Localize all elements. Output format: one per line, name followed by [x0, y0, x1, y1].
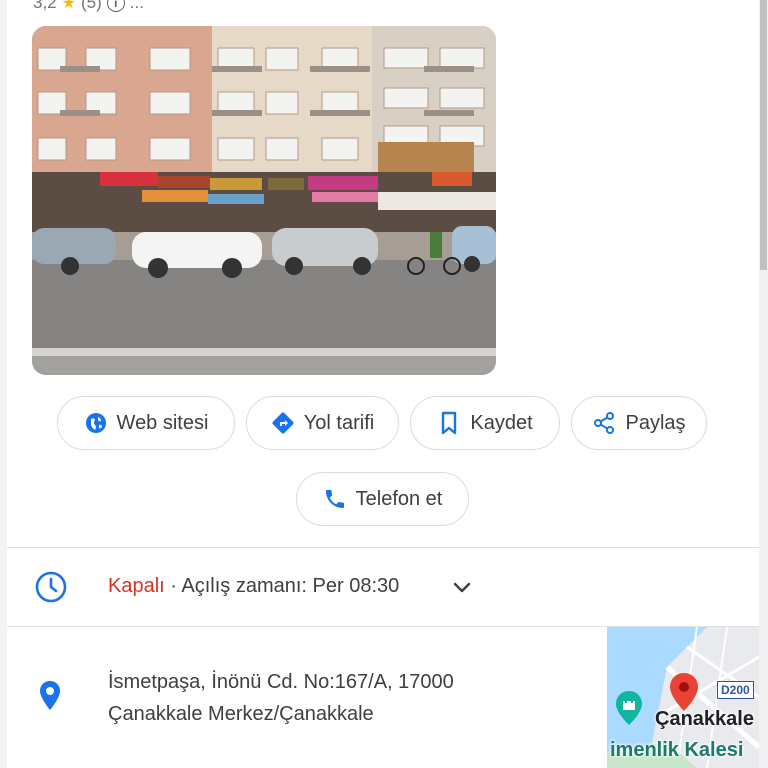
- directions-button[interactable]: Yol tarifi: [246, 396, 399, 450]
- address-row[interactable]: İsmetpaşa, İnönü Cd. No:167/A, 17000 Çan…: [7, 627, 759, 768]
- place-panel: 3,2 ★ (5) i ... Web sitesi Yol tarifi Ka…: [7, 0, 759, 768]
- hours-status: Kapalı: [108, 575, 165, 597]
- hours-row[interactable]: Kapalı · Açılış zamanı: Per 08:30: [7, 548, 759, 626]
- road-badge: D200: [717, 681, 754, 699]
- share-label: Paylaş: [625, 411, 686, 434]
- star-icon: ★: [61, 0, 76, 12]
- place-photo[interactable]: [32, 26, 496, 375]
- rating-row: 3,2 ★ (5) i ...: [33, 0, 144, 13]
- address-line-1: İsmetpaşa, İnönü Cd. No:167/A, 17000: [108, 671, 454, 693]
- save-button[interactable]: Kaydet: [410, 396, 560, 450]
- chevron-down-icon[interactable]: [451, 577, 473, 599]
- map-marker-icon: [670, 673, 698, 711]
- website-label: Web sitesi: [116, 411, 209, 434]
- call-label: Telefon et: [355, 487, 443, 510]
- share-button[interactable]: Paylaş: [571, 396, 707, 450]
- castle-poi-icon: [616, 691, 642, 725]
- hours-text: Kapalı · Açılış zamanı: Per 08:30: [108, 575, 399, 598]
- directions-label: Yol tarifi: [303, 411, 375, 434]
- info-icon[interactable]: i: [106, 0, 125, 12]
- scrollbar[interactable]: [759, 0, 768, 768]
- clock-icon: [35, 571, 67, 603]
- hours-detail: Açılış zamanı: Per 08:30: [181, 575, 400, 597]
- bookmark-icon: [442, 411, 457, 435]
- location-pin-icon: [40, 681, 60, 710]
- review-count[interactable]: (5): [81, 0, 102, 13]
- directions-icon: [272, 412, 294, 434]
- map-city-label: Çanakkale: [655, 708, 754, 730]
- phone-icon: [325, 490, 344, 508]
- save-label: Kaydet: [470, 411, 533, 434]
- website-button[interactable]: Web sitesi: [57, 396, 235, 450]
- rating-more: ...: [129, 0, 144, 12]
- rating-value: 3,2: [33, 0, 57, 12]
- call-button[interactable]: Telefon et: [296, 472, 469, 526]
- globe-icon: [85, 413, 106, 433]
- hours-separator: ·: [164, 575, 182, 597]
- share-icon: [594, 412, 615, 434]
- street-photo-image: [32, 26, 496, 375]
- scrollbar-thumb[interactable]: [760, 0, 767, 270]
- address-line-2: Çanakkale Merkez/Çanakkale: [108, 703, 374, 725]
- map-poi-label: imenlik Kalesi: [610, 739, 744, 761]
